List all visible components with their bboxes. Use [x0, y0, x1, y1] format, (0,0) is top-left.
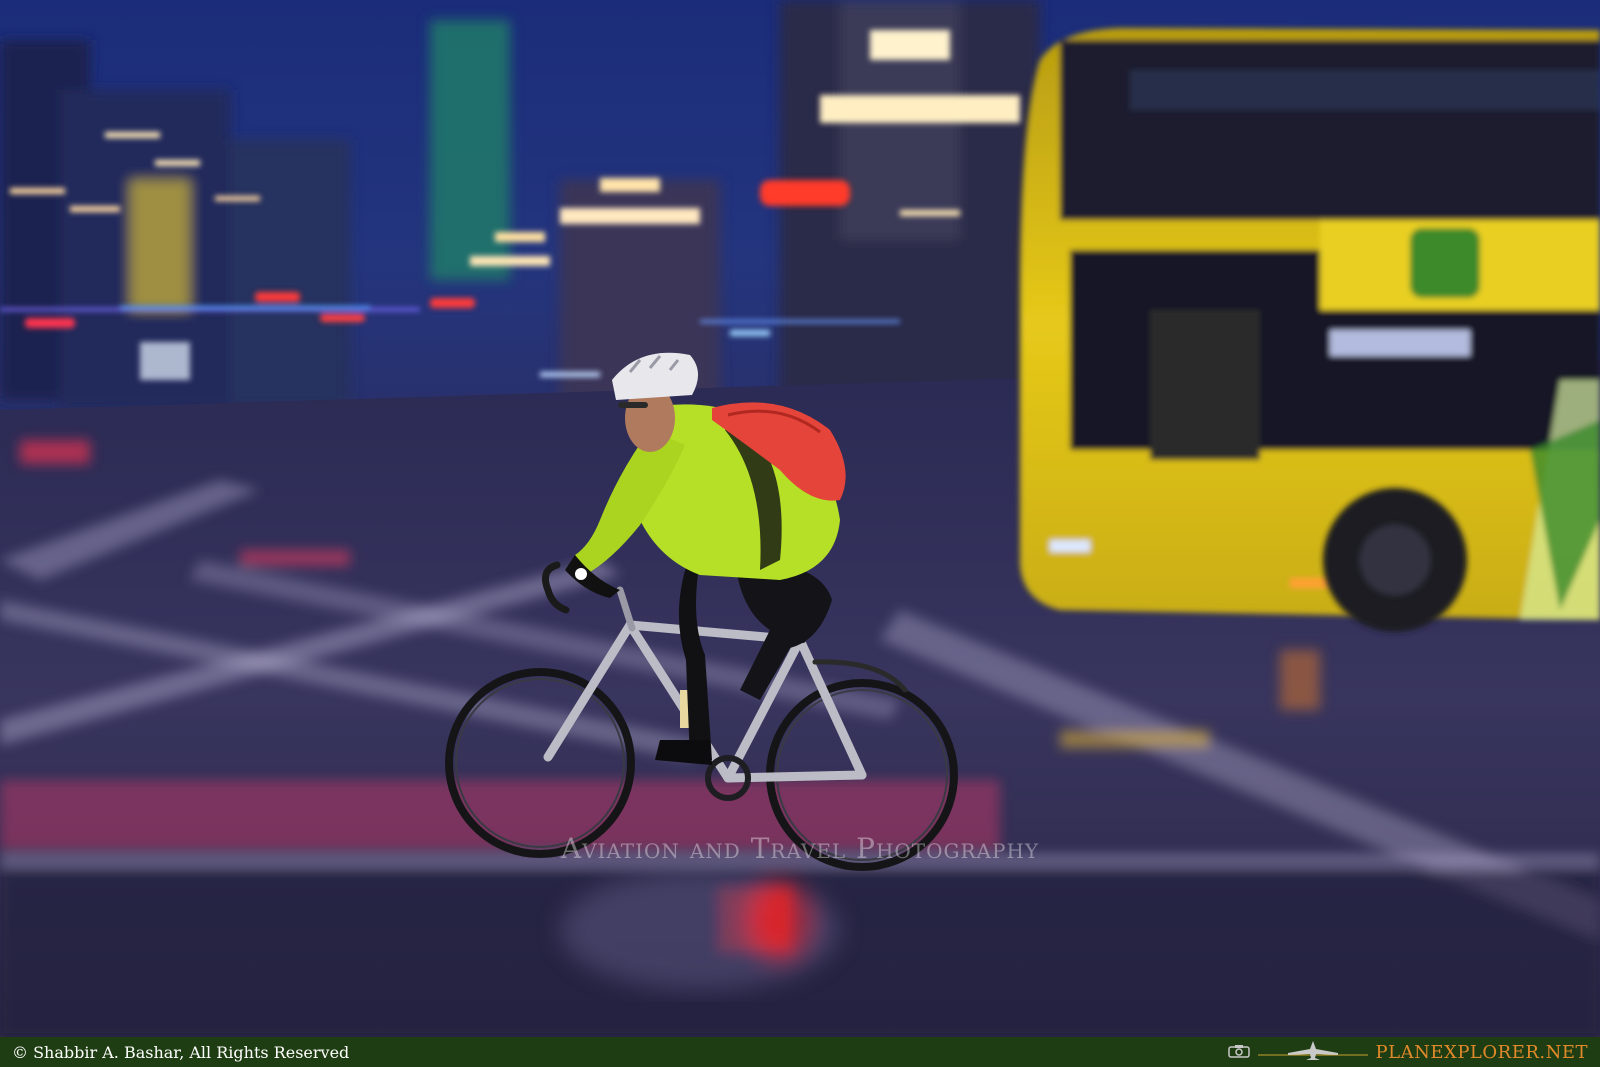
- brand-text: PLANEXPLORER.NET: [1375, 1041, 1588, 1063]
- footer-bar: © Shabbir A. Bashar, All Rights Reserved…: [0, 1037, 1600, 1067]
- brand-logo: PLANEXPLORER.NET: [1227, 1039, 1588, 1065]
- copyright-text: © Shabbir A. Bashar, All Rights Reserved: [12, 1042, 350, 1062]
- camera-icon: [1227, 1043, 1250, 1062]
- street-scene: [0, 0, 1600, 1037]
- photo: Aviation and Travel Photography: [0, 0, 1600, 1037]
- airplane-icon: [1257, 1039, 1368, 1065]
- bus: [1020, 28, 1600, 632]
- cyclist-reflection: [560, 870, 840, 990]
